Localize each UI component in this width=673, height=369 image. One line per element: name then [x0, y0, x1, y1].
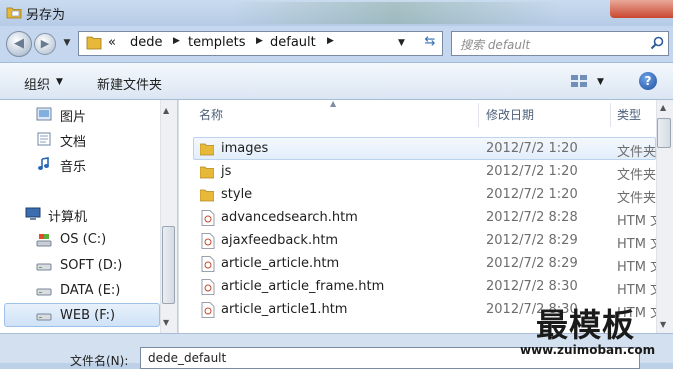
file-name[interactable]: js: [221, 164, 231, 179]
folder-icon: [200, 143, 214, 156]
file-type: 文件夹: [617, 191, 657, 206]
nav-item-pictures[interactable]: 图片: [60, 106, 86, 125]
music-icon: [38, 157, 49, 170]
breadcrumb-overflow[interactable]: «: [108, 35, 116, 50]
search-icon[interactable]: [650, 36, 664, 50]
documents-icon: [37, 132, 51, 146]
breadcrumb-separator-icon[interactable]: ▶: [173, 36, 180, 46]
drive-icon: [36, 263, 52, 271]
file-date: 2012/7/2 1:20: [486, 164, 578, 179]
htm-file-icon: [201, 279, 215, 295]
file-date: 2012/7/2 1:20: [486, 141, 578, 156]
title-bar-background: [230, 2, 560, 24]
watermark-url: www.zuimoban.com: [520, 343, 656, 357]
breadcrumb-separator-icon[interactable]: ▶: [327, 36, 334, 46]
filename-label: 文件名(N):: [70, 354, 129, 368]
file-name[interactable]: article_article.htm: [221, 256, 339, 271]
back-arrow-icon: ◀: [14, 36, 24, 51]
file-name[interactable]: article_article_frame.htm: [221, 279, 384, 294]
back-button[interactable]: ◀: [6, 31, 32, 57]
file-name[interactable]: images: [221, 141, 268, 156]
htm-file-icon: [201, 233, 215, 249]
pictures-icon: [36, 107, 52, 121]
window-title: 另存为: [26, 8, 66, 23]
nav-item-computer[interactable]: 计算机: [48, 206, 87, 225]
column-header-date[interactable]: 修改日期: [486, 101, 534, 129]
column-header-type[interactable]: 类型: [617, 101, 641, 129]
breadcrumb-separator-icon[interactable]: ▶: [256, 36, 263, 46]
chevron-down-icon[interactable]: ▼: [56, 77, 63, 87]
folder-icon: [200, 189, 214, 202]
drive-icon: [36, 313, 52, 321]
organize-button[interactable]: 组织: [24, 74, 50, 93]
file-type: 文件夹: [617, 145, 657, 160]
recent-locations-dropdown[interactable]: ▼: [60, 38, 74, 50]
file-date: 2012/7/2 1:20: [486, 187, 578, 202]
nav-item-documents[interactable]: 文档: [60, 131, 86, 150]
breadcrumb-dede[interactable]: dede: [130, 35, 163, 50]
file-type: 文件夹: [617, 168, 657, 183]
watermark-logo: 最模板: [536, 306, 636, 344]
file-name[interactable]: ajaxfeedback.htm: [221, 233, 338, 248]
breadcrumb-default[interactable]: default: [270, 35, 316, 50]
refresh-button[interactable]: ⇆: [420, 34, 440, 52]
view-options-icon[interactable]: [568, 72, 590, 90]
forward-arrow-icon: ▶: [40, 37, 50, 50]
save-as-icon: [6, 7, 22, 19]
htm-file-icon: [201, 302, 215, 318]
file-name[interactable]: article_article1.htm: [221, 302, 347, 317]
folder-icon: [200, 166, 214, 179]
sort-ascending-icon: ▲: [330, 99, 337, 108]
os-drive-icon: [36, 234, 52, 247]
scrollbar-thumb[interactable]: [657, 118, 671, 148]
scroll-up-icon[interactable]: ▲: [163, 106, 169, 115]
file-date: 2012/7/2 8:30: [486, 279, 578, 294]
nav-item-music[interactable]: 音乐: [60, 156, 86, 175]
breadcrumb-templets[interactable]: templets: [188, 35, 246, 50]
file-date: 2012/7/2 8:28: [486, 210, 578, 225]
file-date: 2012/7/2 8:29: [486, 233, 578, 248]
htm-file-icon: [201, 256, 215, 272]
scroll-down-icon[interactable]: ▼: [163, 318, 169, 327]
file-date: 2012/7/2 8:29: [486, 256, 578, 271]
forward-button[interactable]: ▶: [34, 33, 56, 55]
nav-item-data-e[interactable]: DATA (E:): [60, 283, 120, 298]
scrollbar-thumb[interactable]: [162, 226, 175, 304]
nav-item-web-f[interactable]: WEB (F:): [60, 308, 115, 323]
nav-item-soft-d[interactable]: SOFT (D:): [60, 258, 122, 273]
file-name[interactable]: advancedsearch.htm: [221, 210, 358, 225]
chevron-down-icon[interactable]: ▼: [597, 77, 604, 87]
column-header-name[interactable]: 名称: [199, 101, 223, 129]
file-name[interactable]: style: [221, 187, 252, 202]
scroll-down-icon[interactable]: ▼: [660, 320, 666, 329]
search-placeholder: 搜索 default: [460, 38, 531, 52]
new-folder-button[interactable]: 新建文件夹: [97, 74, 162, 93]
drive-icon: [36, 288, 52, 296]
column-divider[interactable]: [610, 103, 611, 127]
column-divider[interactable]: [478, 103, 479, 127]
help-button[interactable]: ?: [639, 72, 657, 90]
address-dropdown-icon[interactable]: ▼: [398, 38, 405, 48]
htm-file-icon: [201, 210, 215, 226]
close-button[interactable]: [610, 0, 673, 18]
nav-item-os-c[interactable]: OS (C:): [60, 232, 106, 247]
scroll-up-icon[interactable]: ▲: [660, 103, 666, 112]
computer-icon: [25, 207, 41, 220]
folder-icon: [86, 36, 102, 50]
